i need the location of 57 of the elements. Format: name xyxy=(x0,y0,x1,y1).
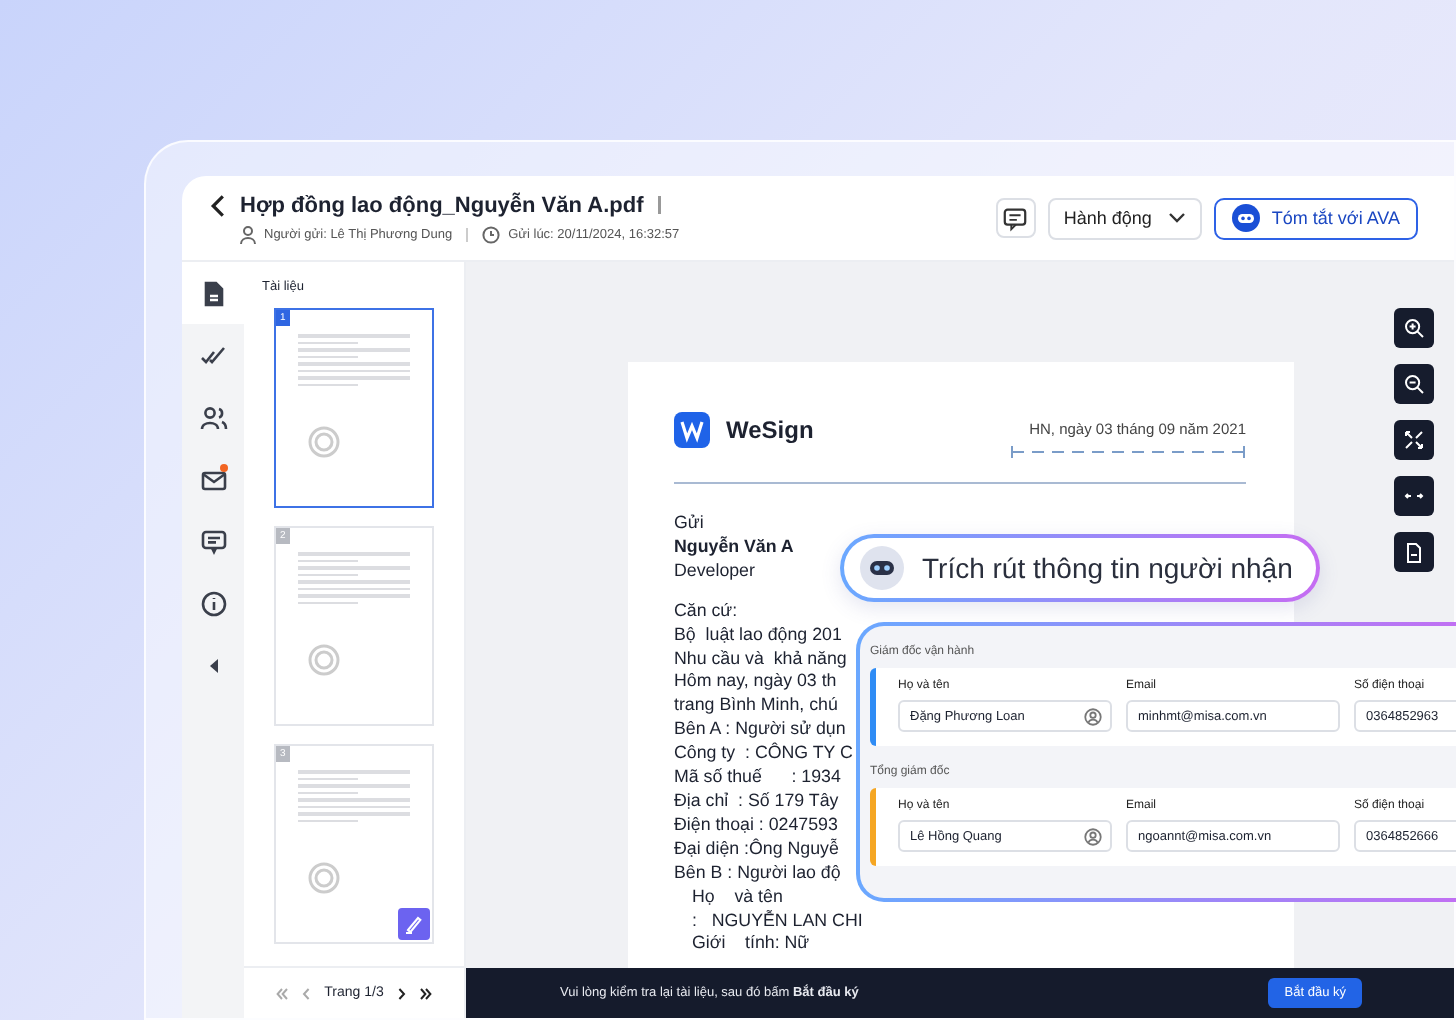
next-page-icon[interactable] xyxy=(397,987,406,999)
document-text-line: Bên B : Người lao độ xyxy=(674,861,841,886)
text-cursor-icon xyxy=(657,196,662,214)
logo-icon xyxy=(674,412,710,448)
document-text-line: Mã số thuế : 1934 xyxy=(674,766,841,790)
sidebar-tab[interactable] xyxy=(182,262,244,324)
document-text-line: Đại diện :Ông Nguyễ xyxy=(674,837,839,862)
document-text-line: Bộ luật lao động 201 xyxy=(674,623,842,648)
stamp-icon xyxy=(308,426,340,458)
document-icon xyxy=(199,279,227,307)
zoom-out-button[interactable] xyxy=(1394,364,1434,404)
fit-width-icon xyxy=(1404,490,1424,502)
fit-width-button[interactable] xyxy=(1394,476,1434,516)
document-text-line: Địa chỉ : Số 179 Tây xyxy=(674,789,839,814)
document-text-line: Công ty : CÔNG TY C xyxy=(674,742,853,767)
page-icon xyxy=(1404,541,1424,563)
document-text-line: Họ và tên xyxy=(690,885,783,909)
document-text-line: : NGUYỄN LAN CHI xyxy=(690,909,863,933)
actions-dropdown[interactable]: Hành động xyxy=(1047,197,1202,239)
document-text-line: Hôm nay, ngày 03 th xyxy=(674,670,837,695)
brand-name: WeSign xyxy=(726,416,814,444)
page-settings-button[interactable] xyxy=(1394,532,1434,572)
stamp-icon xyxy=(308,644,340,676)
stamp-icon xyxy=(308,862,340,894)
document-text-line: Bên A : Người sử dụn xyxy=(674,718,846,742)
zoom-in-button[interactable] xyxy=(1394,308,1434,348)
document-text-line: Điện thoại : 0247593 xyxy=(674,813,838,838)
zoom-out-icon xyxy=(1404,374,1424,394)
person-icon xyxy=(1084,707,1102,725)
ava-summary-button[interactable]: Tóm tắt với AVA xyxy=(1213,197,1418,239)
document-text-line: Nhu cầu và khả năng xyxy=(674,647,847,671)
document-text-line: Gửi xyxy=(674,512,704,536)
fit-screen-icon xyxy=(1404,430,1424,450)
info-icon xyxy=(199,589,227,617)
extract-title: Trích rút thông tin người nhận xyxy=(922,552,1293,584)
last-page-icon[interactable] xyxy=(419,987,432,999)
clock-icon xyxy=(482,225,501,243)
notification-dot xyxy=(220,464,228,472)
comment-icon xyxy=(1002,205,1029,231)
signature-pen-icon[interactable] xyxy=(398,908,430,940)
people-icon xyxy=(199,403,227,431)
chevron-down-icon xyxy=(1167,212,1186,224)
comment-button[interactable] xyxy=(995,198,1036,238)
back-icon[interactable] xyxy=(210,193,226,217)
document-text-line: Nguyễn Văn A xyxy=(674,535,794,560)
robot-icon xyxy=(860,546,904,590)
robot-icon xyxy=(1231,204,1260,232)
document-text-line: Căn cứ: xyxy=(674,599,738,624)
document-text-line: Giới tính: Nữ xyxy=(690,932,810,957)
document-text-line: trang Bình Minh, chú xyxy=(674,694,838,719)
zoom-in-icon xyxy=(1404,318,1424,338)
person-icon xyxy=(240,225,256,243)
document-title: Hợp đồng lao động_Nguyễn Văn A.pdf xyxy=(240,193,644,217)
person-icon xyxy=(1084,827,1102,845)
comment-icon xyxy=(199,527,227,555)
document-text-line: Developer xyxy=(674,559,755,584)
fit-screen-button[interactable] xyxy=(1394,420,1434,460)
